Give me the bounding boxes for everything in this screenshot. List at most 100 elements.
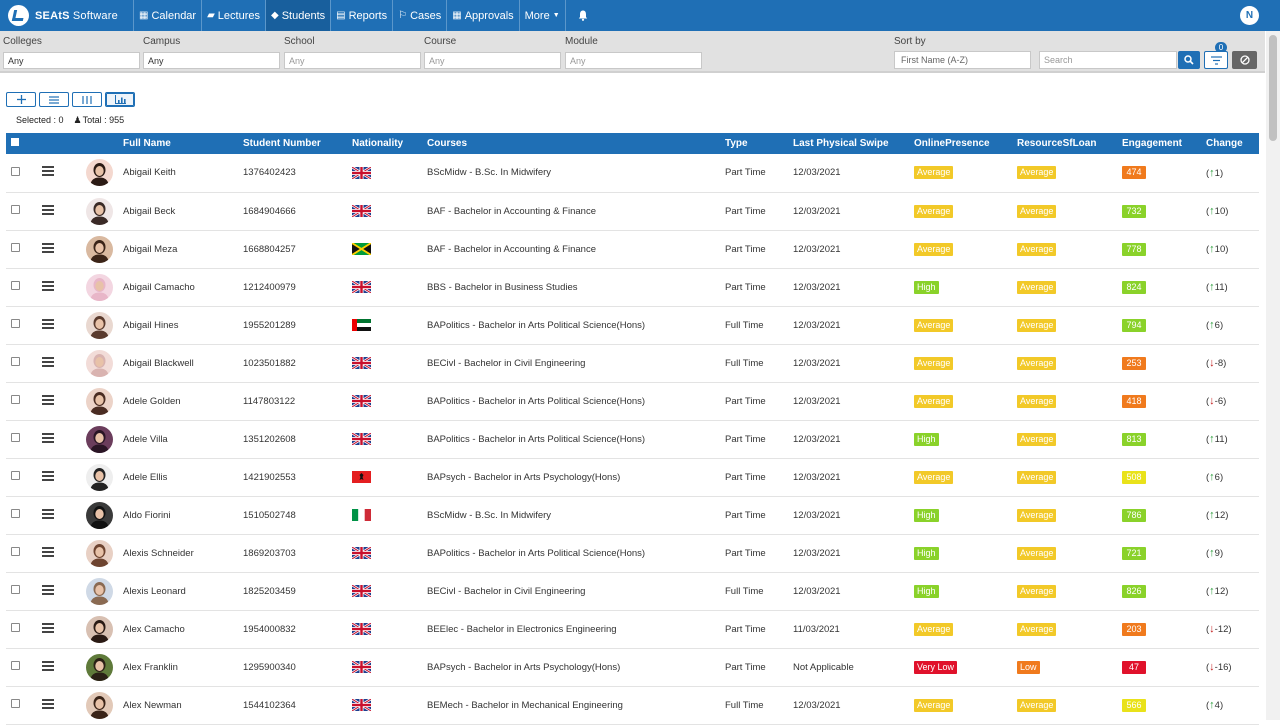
student-name[interactable]: Alex Franklin xyxy=(123,648,243,686)
column-type[interactable]: Type xyxy=(725,133,793,154)
table-row[interactable]: Adele Ellis 1421902553 BAPsych - Bachelor … xyxy=(6,458,1259,496)
table-row[interactable]: Abigail Blackwell 1023501882 BECivl - Bach… xyxy=(6,344,1259,382)
table-row[interactable]: Abigail Meza 1668804257 BAF - Bachelor in … xyxy=(6,230,1259,268)
row-checkbox[interactable] xyxy=(11,471,20,480)
user-avatar[interactable]: N xyxy=(1240,6,1259,25)
student-name[interactable]: Abigail Beck xyxy=(123,192,243,230)
row-checkbox[interactable] xyxy=(11,357,20,366)
row-menu-icon[interactable] xyxy=(42,697,54,711)
row-checkbox[interactable] xyxy=(11,281,20,290)
table-row[interactable]: Adele Villa 1351202608 BAPolitics - Bachel… xyxy=(6,420,1259,458)
row-checkbox[interactable] xyxy=(11,395,20,404)
nav-item-approvals[interactable]: ▦ Approvals xyxy=(446,0,518,31)
table-row[interactable]: Alex Franklin 1295900340 BAPsych - Bachelo… xyxy=(6,648,1259,686)
student-name[interactable]: Adele Ellis xyxy=(123,458,243,496)
module-input[interactable] xyxy=(565,52,702,69)
student-name[interactable]: Alex Newman xyxy=(123,686,243,724)
row-checkbox[interactable] xyxy=(11,623,20,632)
row-menu-icon[interactable] xyxy=(42,659,54,673)
select-all-checkbox[interactable] xyxy=(6,133,26,154)
column-last-swipe[interactable]: Last Physical Swipe xyxy=(793,133,914,154)
column-engagement[interactable]: Engagement xyxy=(1122,133,1206,154)
student-name[interactable]: Adele Villa xyxy=(123,420,243,458)
row-menu-icon[interactable] xyxy=(42,545,54,559)
row-checkbox[interactable] xyxy=(11,585,20,594)
row-checkbox[interactable] xyxy=(11,547,20,556)
row-menu-icon[interactable] xyxy=(42,507,54,521)
student-name[interactable]: Abigail Blackwell xyxy=(123,344,243,382)
nav-item-more[interactable]: More ▼ xyxy=(518,0,565,31)
row-checkbox[interactable] xyxy=(11,166,20,176)
row-menu-icon[interactable] xyxy=(42,317,54,331)
student-name[interactable]: Adele Golden xyxy=(123,382,243,420)
table-row[interactable]: Adele Golden 1147803122 BAPolitics - Bache… xyxy=(6,382,1259,420)
colleges-input[interactable] xyxy=(3,52,140,69)
chart-view-button[interactable] xyxy=(105,92,135,107)
row-checkbox[interactable] xyxy=(11,433,20,442)
row-checkbox[interactable] xyxy=(11,699,20,708)
table-row[interactable]: Abigail Beck 1684904666 BAF - Bachelor in … xyxy=(6,192,1259,230)
row-menu-icon[interactable] xyxy=(42,241,54,255)
nav-item-lectures[interactable]: ▰ Lectures xyxy=(201,0,265,31)
table-row[interactable]: Abigail Hines 1955201289 BAPolitics - Bach… xyxy=(6,306,1259,344)
online-presence-badge: High xyxy=(914,546,939,560)
brand[interactable]: SEAtS Software xyxy=(8,5,120,26)
row-menu-icon[interactable] xyxy=(42,164,54,178)
student-name[interactable]: Alex Camacho xyxy=(123,610,243,648)
notifications-bell-icon[interactable] xyxy=(564,0,600,31)
student-name[interactable]: Abigail Hines xyxy=(123,306,243,344)
student-name[interactable]: Alexis Leonard xyxy=(123,572,243,610)
row-menu-icon[interactable] xyxy=(42,279,54,293)
row-checkbox[interactable] xyxy=(11,509,20,518)
student-name[interactable]: Alexis Schneider xyxy=(123,534,243,572)
school-input[interactable] xyxy=(284,52,421,69)
row-menu-icon[interactable] xyxy=(42,393,54,407)
campus-input[interactable] xyxy=(143,52,280,69)
column-resource-loan[interactable]: ResourceSfLoan xyxy=(1017,133,1122,154)
student-name[interactable]: Abigail Meza xyxy=(123,230,243,268)
clear-filters-button[interactable] xyxy=(1232,51,1257,69)
row-checkbox[interactable] xyxy=(11,319,20,328)
nav-item-cases[interactable]: ⚐ Cases xyxy=(392,0,446,31)
column-full-name[interactable]: Full Name xyxy=(123,133,243,154)
course-input[interactable] xyxy=(424,52,561,69)
nav-item-calendar[interactable]: ▦ Calendar xyxy=(133,0,201,31)
nav-menu: ▦ Calendar ▰ Lectures ◆ Students ▤ Reports ⚐ Case… xyxy=(133,0,600,31)
student-name[interactable]: Abigail Keith xyxy=(123,154,243,192)
row-menu-icon[interactable] xyxy=(42,203,54,217)
column-courses[interactable]: Courses xyxy=(427,133,725,154)
filter-button[interactable] xyxy=(1204,51,1228,69)
row-menu-icon[interactable] xyxy=(42,583,54,597)
row-menu-icon[interactable] xyxy=(42,469,54,483)
table-row[interactable]: Abigail Keith 1376402423 BScMidw - B.Sc. I… xyxy=(6,154,1259,192)
table-row[interactable]: Alex Camacho 1954000832 BEElec - Bachelor … xyxy=(6,610,1259,648)
student-name[interactable]: Aldo Fiorini xyxy=(123,496,243,534)
column-view-button[interactable] xyxy=(72,92,102,107)
column-online-presence[interactable]: OnlinePresence xyxy=(914,133,1017,154)
table-row[interactable]: Abigail Camacho 1212400979 BBS - Bachelor … xyxy=(6,268,1259,306)
row-checkbox[interactable] xyxy=(11,661,20,670)
row-checkbox[interactable] xyxy=(11,205,20,214)
nav-item-students[interactable]: ◆ Students xyxy=(265,0,331,31)
row-menu-icon[interactable] xyxy=(42,355,54,369)
table-row[interactable]: Alex Newman 1544102364 BEMech - Bachelor i… xyxy=(6,686,1259,724)
add-student-button[interactable] xyxy=(6,92,36,107)
table-row[interactable]: Aldo Fiorini 1510502748 BScMidw - B.Sc. In… xyxy=(6,496,1259,534)
column-nationality[interactable]: Nationality xyxy=(352,133,427,154)
search-input[interactable] xyxy=(1039,51,1177,69)
vertical-scrollbar[interactable] xyxy=(1266,31,1280,720)
student-name[interactable]: Abigail Camacho xyxy=(123,268,243,306)
row-menu-icon[interactable] xyxy=(42,431,54,445)
row-checkbox[interactable] xyxy=(11,243,20,252)
table-row[interactable]: Alexis Leonard 1825203459 BECivl - Bachelo… xyxy=(6,572,1259,610)
column-change[interactable]: Change xyxy=(1206,133,1259,154)
scrollbar-thumb[interactable] xyxy=(1269,35,1277,141)
list-view-button[interactable] xyxy=(39,92,69,107)
column-student-number[interactable]: Student Number xyxy=(243,133,352,154)
table-row[interactable]: Alexis Schneider 1869203703 BAPolitics - B… xyxy=(6,534,1259,572)
student-number: 1869203703 xyxy=(243,547,296,559)
row-menu-icon[interactable] xyxy=(42,621,54,635)
search-button[interactable] xyxy=(1178,51,1200,69)
sort-by-select[interactable]: First Name (A-Z) xyxy=(894,51,1031,69)
nav-item-reports[interactable]: ▤ Reports xyxy=(330,0,392,31)
